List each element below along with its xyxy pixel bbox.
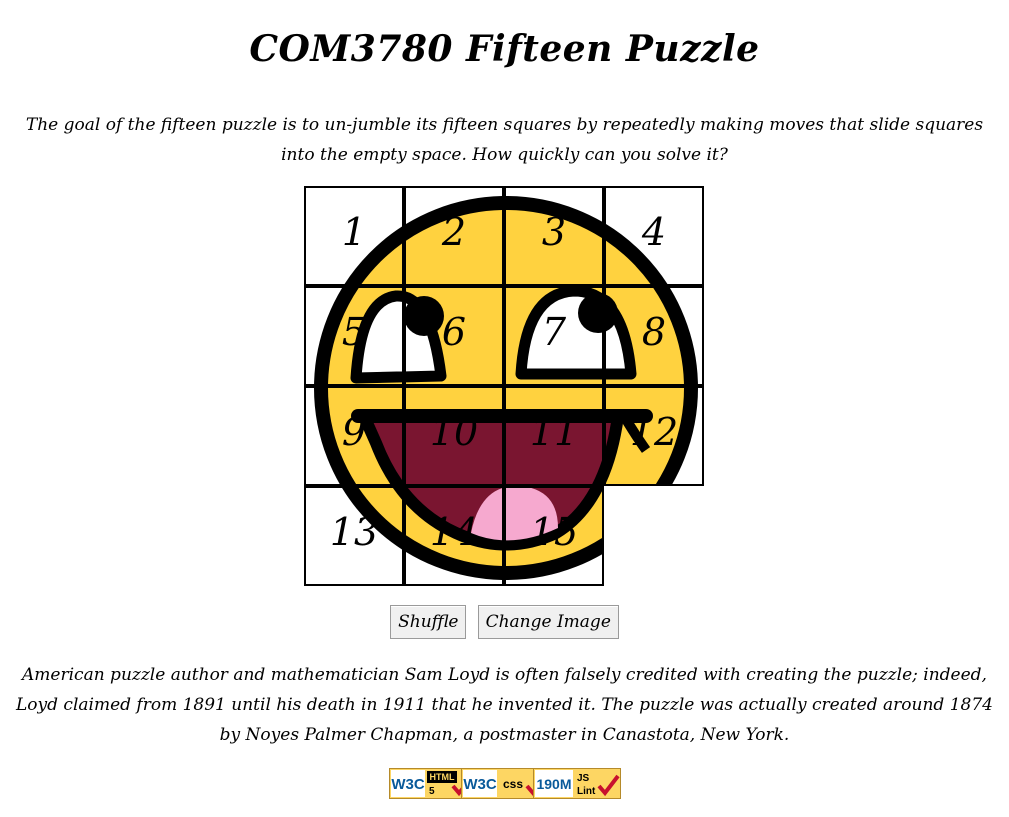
puzzle-tile-9[interactable]: 9 <box>304 386 404 486</box>
puzzle-tile-5[interactable]: 5 <box>304 286 404 386</box>
badge-top: HTML <box>429 772 454 782</box>
tile-number: 14 <box>429 510 479 554</box>
badge-brand: W3C <box>391 776 425 793</box>
tile-number: 8 <box>641 310 667 354</box>
puzzle-tile-7[interactable]: 7 <box>504 286 604 386</box>
puzzle-tile-12[interactable]: 12 <box>604 386 704 486</box>
puzzle-tile-13[interactable]: 13 <box>304 486 404 586</box>
badge-label: css <box>502 777 522 791</box>
badge-bottom: Lint <box>577 786 596 797</box>
puzzle-tile-14[interactable]: 14 <box>404 486 504 586</box>
tile-number: 5 <box>341 310 367 354</box>
validator-badges: W3C HTML 5 W3C css 190M JS Lint <box>0 768 1009 799</box>
puzzle-tile-10[interactable]: 10 <box>404 386 504 486</box>
puzzle-tile-15[interactable]: 15 <box>504 486 604 586</box>
puzzle-tile-6[interactable]: 6 <box>404 286 504 386</box>
puzzle-tile-4[interactable]: 4 <box>604 186 704 286</box>
tile-number: 1 <box>341 210 367 254</box>
tile-number: 6 <box>441 310 467 354</box>
puzzle-tile-8[interactable]: 8 <box>604 286 704 386</box>
tile-number: 2 <box>441 210 467 254</box>
tile-number: 4 <box>641 210 667 254</box>
intro-text: The goal of the fifteen puzzle is to un-… <box>25 115 984 165</box>
tile-number: 11 <box>529 410 579 454</box>
tile-number: 15 <box>529 510 579 554</box>
page-title: COM3780 Fifteen Puzzle <box>249 28 760 70</box>
tile-number: 9 <box>341 410 367 454</box>
credits-text: American puzzle author and mathematician… <box>16 665 993 745</box>
controls: Shuffle Change Image <box>0 605 1009 639</box>
shuffle-button[interactable]: Shuffle <box>390 605 467 639</box>
jslint-badge[interactable]: 190M JS Lint <box>532 768 621 799</box>
puzzle-tile-11[interactable]: 11 <box>504 386 604 486</box>
badge-brand: W3C <box>463 776 497 793</box>
puzzle-tile-3[interactable]: 3 <box>504 186 604 286</box>
puzzle-tile-2[interactable]: 2 <box>404 186 504 286</box>
tile-number: 13 <box>329 510 379 554</box>
tile-number: 10 <box>429 410 479 454</box>
tile-number: 7 <box>541 310 567 354</box>
change-image-button[interactable]: Change Image <box>477 605 619 639</box>
puzzle-tile-1[interactable]: 1 <box>304 186 404 286</box>
badge-brand: 190M <box>536 776 571 792</box>
tile-number: 3 <box>541 210 567 254</box>
tile-number: 12 <box>629 410 679 454</box>
badge-top: JS <box>577 773 590 784</box>
puzzle-board: 1 2 3 4 5 6 7 8 9 10 11 12 13 14 15 <box>304 186 704 586</box>
badge-bottom: 5 <box>429 786 435 797</box>
